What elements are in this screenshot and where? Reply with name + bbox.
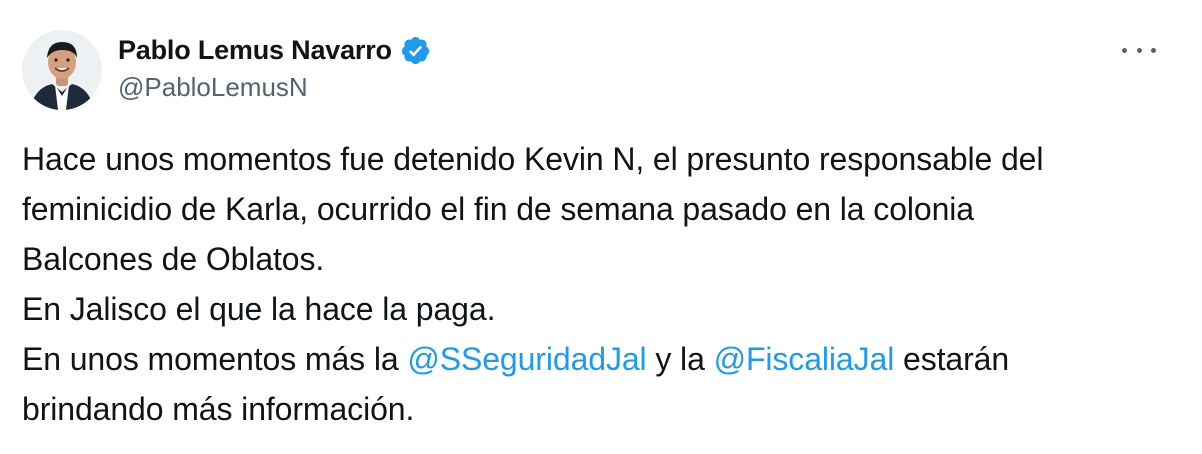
tweet-line: Hace unos momentos fue detenido Kevin N,… [22, 141, 1044, 177]
author-block[interactable]: Pablo Lemus Navarro @PabloLemusN [118, 30, 431, 103]
tweet-text: Hace unos momentos fue detenido Kevin N,… [22, 134, 1182, 434]
tweet-line: Balcones de Oblatos. [22, 241, 325, 277]
tweet-line: feminicidio de Karla, ocurrido el fin de… [22, 191, 974, 227]
more-horizontal-icon-dot [1136, 47, 1142, 53]
tweet-line: En unos momentos más la @SSeguridadJal y… [22, 334, 1182, 384]
avatar[interactable] [22, 30, 102, 110]
verified-badge-icon [400, 35, 431, 66]
author-handle[interactable]: @PabloLemusN [118, 72, 431, 103]
tweet-text-segment: En unos momentos más la [22, 341, 408, 377]
avatar-image [22, 30, 102, 110]
more-options-button[interactable] [1122, 40, 1156, 60]
display-name-row: Pablo Lemus Navarro [118, 30, 431, 70]
more-horizontal-icon [1122, 47, 1127, 53]
tweet-card: Pablo Lemus Navarro @PabloLemusN Hace un… [0, 0, 1202, 454]
tweet-line: En Jalisco el que la hace la paga. [22, 291, 496, 327]
tweet-line: brindando más información. [22, 391, 415, 427]
more-horizontal-icon-dot [1151, 47, 1156, 53]
mention-link-sseguridadjal[interactable]: @SSeguridadJal [407, 341, 646, 377]
display-name[interactable]: Pablo Lemus Navarro [118, 35, 392, 66]
mention-link-fiscaliajal[interactable]: @FiscaliaJal [714, 341, 895, 377]
tweet-text-segment: estarán [894, 341, 1010, 377]
tweet-text-segment: y la [646, 341, 714, 377]
